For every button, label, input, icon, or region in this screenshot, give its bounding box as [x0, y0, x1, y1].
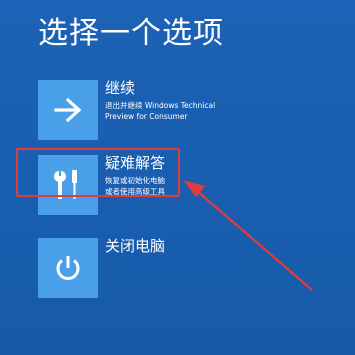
recovery-screen: 选择一个选项 继续 退出并继续 Windows Technical Previe… — [0, 0, 355, 355]
option-continue-title: 继续 — [105, 79, 136, 97]
option-continue-desc-line: Preview for Consumer — [105, 112, 188, 121]
option-continue-tile[interactable] — [38, 80, 98, 140]
option-shutdown-tile[interactable] — [38, 238, 98, 298]
option-shutdown[interactable]: 关闭电脑 — [38, 237, 338, 302]
option-continue-description: 退出并继续 Windows Technical Preview for Cons… — [105, 100, 245, 122]
power-icon — [56, 256, 80, 280]
option-shutdown-title: 关闭电脑 — [105, 237, 166, 255]
annotation-highlight-box — [16, 148, 180, 197]
option-continue-desc-line: 退出并继续 Windows Technical — [105, 101, 216, 110]
page-title: 选择一个选项 — [38, 16, 224, 51]
arrow-right-icon — [54, 97, 82, 123]
option-continue[interactable]: 继续 退出并继续 Windows Technical Preview for C… — [38, 79, 338, 144]
